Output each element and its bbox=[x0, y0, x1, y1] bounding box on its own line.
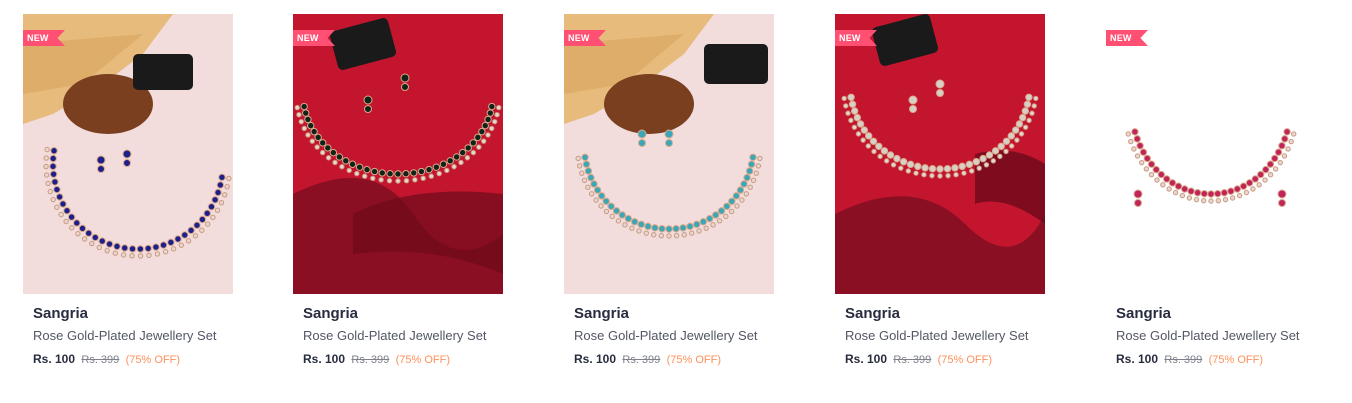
discounted-price: Rs. 100 bbox=[574, 352, 617, 366]
product-photo bbox=[1106, 14, 1316, 294]
discount-percentage: (75% OFF) bbox=[1208, 354, 1264, 366]
product-photo bbox=[564, 14, 774, 294]
product-price: Rs. 100 Rs. 399 (75% OFF) bbox=[574, 351, 789, 368]
product-title: Rose Gold-Plated Jewellery Set bbox=[845, 328, 1029, 343]
product-brand: Sangria bbox=[33, 305, 89, 322]
product-info[interactable]: Sangria Rose Gold-Plated Jewellery Set R… bbox=[574, 304, 789, 368]
product-price: Rs. 100 Rs. 399 (75% OFF) bbox=[33, 351, 248, 368]
discount-percentage: (75% OFF) bbox=[937, 354, 993, 366]
product-price: Rs. 100 Rs. 399 (75% OFF) bbox=[303, 351, 518, 368]
product-grid: NEW Sangria Rose Gold-Plated Jewellery S… bbox=[0, 0, 1352, 403]
product-title: Rose Gold-Plated Jewellery Set bbox=[33, 328, 217, 343]
discount-percentage: (75% OFF) bbox=[666, 354, 722, 366]
product-photo bbox=[23, 14, 233, 294]
product-brand: Sangria bbox=[574, 305, 630, 322]
product-image[interactable]: NEW bbox=[564, 14, 774, 294]
product-brand: Sangria bbox=[1116, 305, 1172, 322]
product-price: Rs. 100 Rs. 399 (75% OFF) bbox=[1116, 351, 1331, 368]
product-image[interactable]: NEW bbox=[835, 14, 1045, 294]
product-brand: Sangria bbox=[303, 305, 359, 322]
product-card[interactable]: NEW Sangria Rose Gold-Plated Jewellery S… bbox=[23, 14, 253, 384]
discounted-price: Rs. 100 bbox=[303, 352, 346, 366]
product-card[interactable]: NEW Sangria Rose Gold-Plated Jewellery S… bbox=[293, 14, 523, 384]
product-image[interactable]: NEW bbox=[1106, 14, 1316, 294]
product-card[interactable]: NEW Sangria Rose Gold-Plated Jewellery S… bbox=[835, 14, 1065, 384]
product-card[interactable]: NEW Sangria Rose Gold-Plated Jewellery S… bbox=[564, 14, 794, 384]
original-price: Rs. 399 bbox=[351, 354, 390, 366]
discounted-price: Rs. 100 bbox=[845, 352, 888, 366]
original-price: Rs. 399 bbox=[81, 354, 120, 366]
original-price: Rs. 399 bbox=[1164, 354, 1203, 366]
discount-percentage: (75% OFF) bbox=[395, 354, 451, 366]
product-price: Rs. 100 Rs. 399 (75% OFF) bbox=[845, 351, 1060, 368]
product-image[interactable]: NEW bbox=[23, 14, 233, 294]
product-photo bbox=[293, 14, 503, 294]
product-brand: Sangria bbox=[845, 305, 901, 322]
product-photo bbox=[835, 14, 1045, 294]
product-info[interactable]: Sangria Rose Gold-Plated Jewellery Set R… bbox=[1116, 304, 1331, 368]
product-info[interactable]: Sangria Rose Gold-Plated Jewellery Set R… bbox=[33, 304, 248, 368]
discounted-price: Rs. 100 bbox=[33, 352, 76, 366]
original-price: Rs. 399 bbox=[622, 354, 661, 366]
product-image[interactable]: NEW bbox=[293, 14, 503, 294]
product-title: Rose Gold-Plated Jewellery Set bbox=[1116, 328, 1300, 343]
discounted-price: Rs. 100 bbox=[1116, 352, 1159, 366]
discount-percentage: (75% OFF) bbox=[125, 354, 181, 366]
product-info[interactable]: Sangria Rose Gold-Plated Jewellery Set R… bbox=[845, 304, 1060, 368]
original-price: Rs. 399 bbox=[893, 354, 932, 366]
product-card[interactable]: NEW Sangria Rose Gold-Plated Jewellery S… bbox=[1106, 14, 1336, 384]
product-title: Rose Gold-Plated Jewellery Set bbox=[303, 328, 487, 343]
product-title: Rose Gold-Plated Jewellery Set bbox=[574, 328, 758, 343]
product-info[interactable]: Sangria Rose Gold-Plated Jewellery Set R… bbox=[303, 304, 518, 368]
